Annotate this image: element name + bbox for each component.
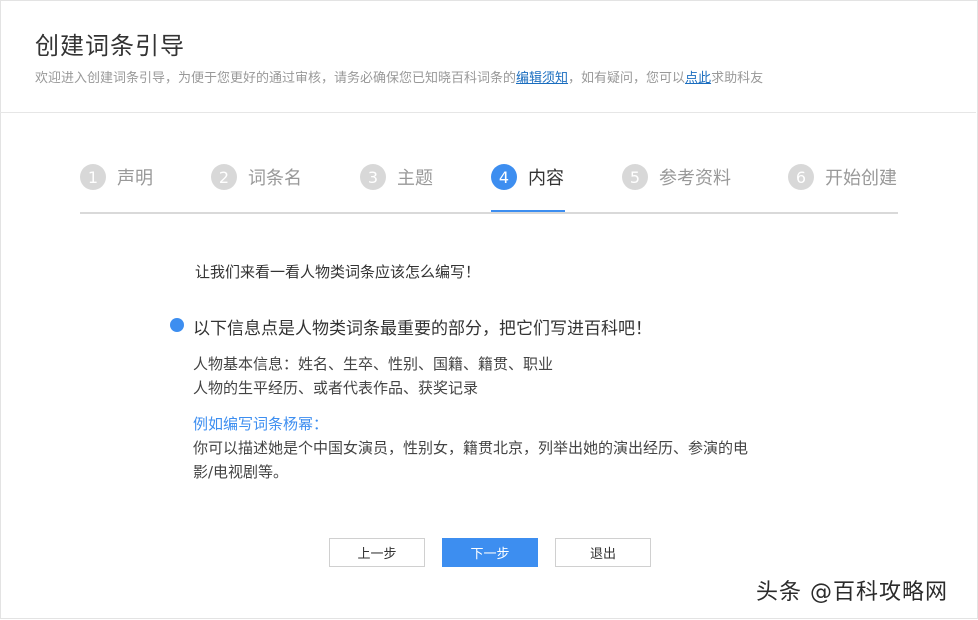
step-topic[interactable]: 3 主题 bbox=[360, 162, 433, 192]
page-header: 创建词条引导 欢迎进入创建词条引导，为便于您更好的通过审核，请务必确保您已知晓百… bbox=[0, 0, 976, 113]
example-line: 影/电视剧等。 bbox=[193, 463, 289, 481]
step-progress: 1 声明 2 词条名 3 主题 4 内容 5 参考资料 6 开始创建 bbox=[80, 162, 898, 214]
step-number: 5 bbox=[622, 164, 648, 190]
step-label: 声明 bbox=[117, 168, 153, 189]
step-number: 4 bbox=[491, 164, 517, 190]
watermark: 头条 @百科攻略网 bbox=[756, 580, 948, 605]
step-number: 6 bbox=[788, 164, 814, 190]
subtitle-text: 欢迎进入创建词条引导，为便于您更好的通过审核，请务必确保您已知晓百科词条的 bbox=[35, 71, 517, 86]
step-label: 参考资料 bbox=[659, 168, 731, 189]
help-link[interactable]: 点此 bbox=[685, 71, 711, 86]
next-step-button[interactable]: 下一步 bbox=[442, 538, 538, 567]
step-start-creating[interactable]: 6 开始创建 bbox=[788, 162, 897, 192]
step-number: 2 bbox=[211, 164, 237, 190]
step-content[interactable]: 4 内容 bbox=[491, 162, 564, 192]
info-line: 人物基本信息：姓名、生卒、性别、国籍、籍贯、职业 bbox=[193, 355, 554, 373]
active-step-indicator bbox=[491, 210, 565, 212]
step-label: 词条名 bbox=[248, 168, 302, 189]
editing-guide-link[interactable]: 编辑须知 bbox=[516, 71, 568, 86]
info-line: 人物的生平经历、或者代表作品、获奖记录 bbox=[193, 379, 479, 397]
step-declaration[interactable]: 1 声明 bbox=[80, 162, 153, 192]
subtitle-text: 求助科友 bbox=[711, 71, 764, 86]
step-entry-name[interactable]: 2 词条名 bbox=[211, 162, 302, 192]
step-label: 内容 bbox=[528, 168, 564, 189]
step-references[interactable]: 5 参考资料 bbox=[622, 162, 731, 192]
step-label: 开始创建 bbox=[825, 168, 897, 189]
subtitle-text: ，如有疑问，您可以 bbox=[568, 71, 686, 86]
example-title: 例如编写词条杨幂： bbox=[193, 415, 329, 433]
key-point-title: 以下信息点是人物类词条最重要的部分，把它们写进百科吧！ bbox=[193, 319, 652, 339]
prev-step-button[interactable]: 上一步 bbox=[329, 538, 425, 567]
step-label: 主题 bbox=[397, 168, 433, 189]
page-title: 创建词条引导 bbox=[35, 32, 185, 60]
exit-button[interactable]: 退出 bbox=[555, 538, 651, 567]
step-number: 1 bbox=[80, 164, 106, 190]
bullet-dot-icon bbox=[170, 318, 184, 332]
step-number: 3 bbox=[360, 164, 386, 190]
example-line: 你可以描述她是个中国女演员，性别女，籍贯北京，列举出她的演出经历、参演的电 bbox=[193, 439, 749, 457]
intro-text: 让我们来看一看人物类词条应该怎么编写！ bbox=[195, 263, 481, 281]
page-subtitle: 欢迎进入创建词条引导，为便于您更好的通过审核，请务必确保您已知晓百科词条的编辑须… bbox=[35, 67, 763, 86]
